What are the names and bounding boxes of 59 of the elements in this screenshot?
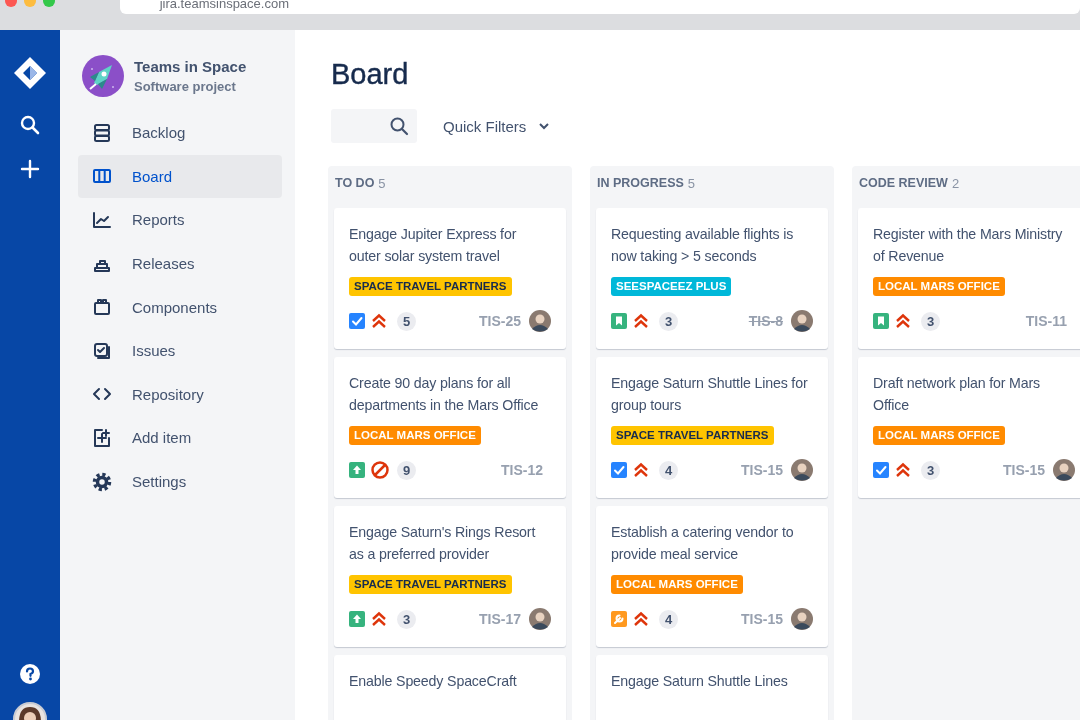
comment-count: 3	[659, 311, 679, 331]
card-title: Engage Saturn Shuttle Lines for group tours	[611, 374, 809, 415]
quick-filters-button[interactable]: Quick Filters	[429, 111, 565, 141]
sidebar-item[interactable]: Repository	[78, 372, 282, 417]
epic-label: SPACE TRAVEL PARTNERS	[611, 426, 774, 445]
page-title: Board	[331, 57, 410, 92]
epic-label: SPACE TRAVEL PARTNERS	[349, 575, 512, 594]
column-title: IN PROGRESS	[597, 176, 684, 190]
epic-label: LOCAL MARS OFFICE	[349, 426, 481, 445]
search-icon[interactable]	[20, 115, 40, 135]
epic-label: LOCAL MARS OFFICE	[611, 575, 743, 594]
epic-label: LOCAL MARS OFFICE	[873, 426, 1005, 445]
comment-count: 4	[659, 609, 679, 629]
backlog-icon	[92, 122, 112, 143]
card-title: Engage Saturn's Rings Resort as a preferred provider	[349, 523, 537, 564]
project-type: Software project	[134, 79, 237, 94]
search-icon	[389, 116, 409, 136]
components-icon	[92, 297, 112, 318]
sidebar-item[interactable]: Releases	[78, 241, 282, 286]
card-title: Create 90 day plans for all departments in the Mars Office	[349, 374, 540, 415]
sidebar-item[interactable]: Board	[78, 154, 282, 199]
sidebar-item[interactable]: Reports	[78, 198, 282, 242]
comment-count: 9	[397, 460, 417, 480]
comment-count: 3	[921, 460, 941, 480]
help-icon[interactable]	[20, 664, 40, 684]
epic-label: SEESPACEEZ PLUS	[611, 277, 732, 296]
card-title: Engage Saturn Shuttle Lines	[611, 672, 789, 691]
card-title: Engage Jupiter Express for outer solar system travel	[349, 225, 518, 266]
issue-count: 5	[378, 175, 386, 191]
issue-count: 5	[687, 175, 696, 191]
plus-icon[interactable]	[20, 159, 40, 179]
chart-icon	[92, 210, 112, 230]
card-title: Establish a catering vendor to provide meal service	[611, 523, 795, 564]
sidebar-item[interactable]: Add item	[78, 416, 282, 460]
column-title: CODE REVIEW	[859, 176, 948, 190]
sidebar-item[interactable]: Settings	[78, 459, 282, 504]
sidebar-item[interactable]: Issues	[78, 328, 282, 373]
card-title: Enable Speedy SpaceCraft	[349, 672, 518, 691]
comment-count: 3	[397, 609, 417, 629]
settings-icon	[92, 471, 112, 492]
search-field[interactable]	[331, 109, 417, 143]
sidebar-item[interactable]: Components	[78, 285, 282, 329]
issues-icon	[92, 340, 112, 361]
chevron-down-icon	[538, 122, 551, 130]
card-title: Requesting available flights is now taking > 5 seconds	[611, 225, 795, 266]
card-title: Draft network plan for Mars Office	[873, 374, 1042, 415]
issue-count: 2	[951, 175, 960, 191]
column-title: TO DO	[335, 176, 375, 190]
comment-count: 3	[921, 311, 941, 331]
sidebar-item[interactable]: Backlog	[78, 111, 282, 155]
rocket-logo-icon[interactable]	[82, 55, 124, 97]
comment-count: 5	[397, 311, 417, 331]
card-title: Register with the Mars Ministry of Revenue	[873, 225, 1064, 266]
epic-label: LOCAL MARS OFFICE	[873, 277, 1005, 296]
comment-count: 4	[659, 460, 679, 480]
epic-label: SPACE TRAVEL PARTNERS	[349, 277, 512, 296]
logo-icon[interactable]	[13, 56, 47, 90]
project-name: Teams in Space	[134, 58, 247, 75]
add-item-icon	[92, 427, 112, 448]
